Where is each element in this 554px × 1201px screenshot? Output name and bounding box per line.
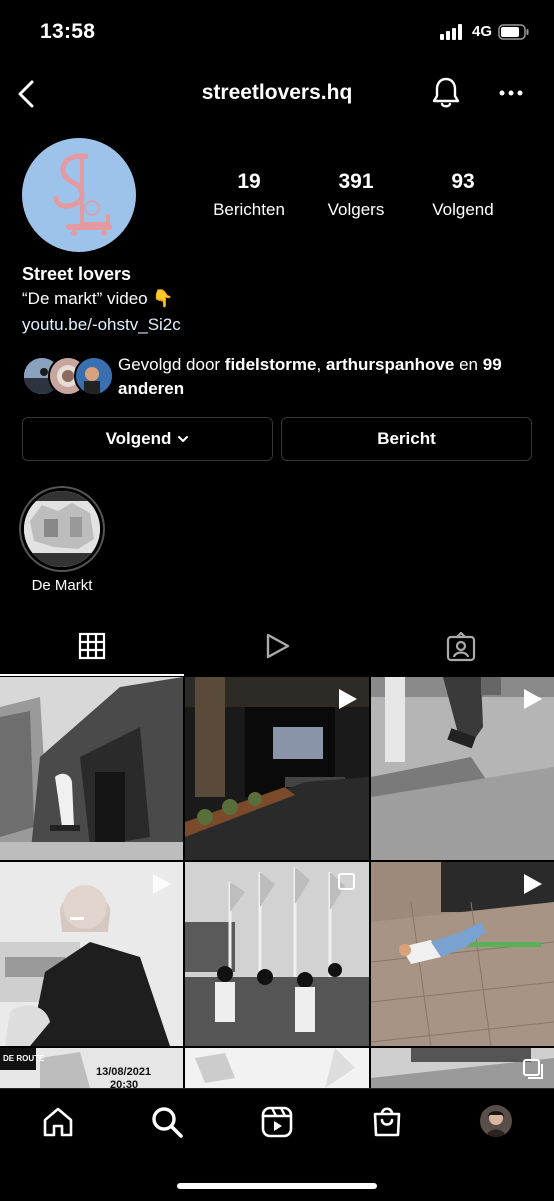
- bell-icon: [430, 76, 462, 110]
- status-indicators: 4G: [439, 23, 530, 40]
- profile-name: Street lovers: [22, 264, 132, 284]
- stat-posts[interactable]: 19 Berichten: [204, 170, 294, 220]
- stat-followers[interactable]: 391 Volgers: [316, 170, 396, 220]
- highlight-label: De Markt: [31, 577, 93, 594]
- tagged-person-icon: [446, 632, 476, 662]
- post-thumbnail[interactable]: [0, 862, 183, 1046]
- video-play-icon: [520, 687, 544, 711]
- post-thumbnail[interactable]: [185, 677, 369, 860]
- post-thumbnail[interactable]: [371, 1048, 554, 1088]
- followed-by-user[interactable]: fidelstorme: [225, 355, 317, 374]
- followed-by-prefix: Gevolgd door: [118, 355, 225, 374]
- story-highlight[interactable]: [19, 486, 105, 572]
- reels-icon: [260, 1105, 294, 1139]
- nav-profile[interactable]: [480, 1105, 512, 1137]
- post-thumbnail[interactable]: [371, 862, 554, 1046]
- street-lovers-logo-icon: [22, 138, 136, 252]
- post-thumbnail[interactable]: [185, 1048, 369, 1088]
- stat-following-value: 93: [451, 170, 475, 193]
- status-time: 13:58: [40, 20, 96, 43]
- post-thumbnail[interactable]: [185, 862, 369, 1046]
- video-play-icon: [149, 872, 173, 896]
- carousel-icon: [337, 872, 359, 894]
- notifications-button[interactable]: [430, 76, 462, 110]
- video-play-icon: [335, 687, 359, 711]
- following-button-label: Volgend: [105, 429, 172, 448]
- more-options-button[interactable]: [498, 84, 524, 102]
- nav-search[interactable]: [150, 1105, 184, 1139]
- stat-following-label: Volgend: [432, 200, 494, 219]
- followed-by-separator: ,: [316, 355, 326, 374]
- poster-time: 20:30: [110, 1079, 139, 1088]
- following-button[interactable]: Volgend: [22, 417, 273, 461]
- tab-reels[interactable]: [262, 631, 292, 661]
- nav-shop[interactable]: [370, 1104, 404, 1138]
- signal-icon: [439, 23, 466, 40]
- tab-posts-grid[interactable]: [78, 632, 106, 660]
- stat-posts-value: 19: [237, 170, 261, 193]
- stat-followers-value: 391: [338, 170, 374, 193]
- play-outline-icon: [262, 631, 292, 661]
- followed-by-text[interactable]: Gevolgd door fidelstorme, arthurspanhove…: [118, 353, 538, 401]
- home-icon: [41, 1105, 75, 1139]
- shopping-bag-icon: [370, 1104, 404, 1138]
- more-horizontal-icon: [498, 84, 524, 102]
- profile-link[interactable]: youtu.be/-ohstv_Si2c: [22, 315, 181, 335]
- nav-reels[interactable]: [260, 1105, 294, 1139]
- profile-bio: “De markt” video 👇: [22, 289, 174, 308]
- profile-avatar[interactable]: [22, 138, 136, 252]
- post-thumbnail[interactable]: [371, 677, 554, 860]
- video-play-icon: [520, 872, 544, 896]
- home-indicator: [177, 1183, 377, 1189]
- followed-by-user[interactable]: arthurspanhove: [326, 355, 454, 374]
- stat-posts-label: Berichten: [213, 200, 285, 219]
- stat-following[interactable]: 93 Volgend: [422, 170, 504, 220]
- avatar: [74, 356, 114, 396]
- active-tab-indicator: [0, 674, 184, 676]
- profile-avatar-small: [480, 1105, 512, 1137]
- followed-by-conjunction: en: [454, 355, 483, 374]
- grid-icon: [78, 632, 106, 660]
- search-icon: [150, 1105, 184, 1139]
- stat-followers-label: Volgers: [327, 200, 385, 219]
- battery-icon: [498, 23, 530, 40]
- poster-title: DE ROUTE: [3, 1054, 45, 1063]
- mutual-followers-avatars[interactable]: [22, 356, 114, 396]
- nav-home[interactable]: [41, 1105, 75, 1139]
- poster-date: 13/08/2021: [96, 1066, 152, 1078]
- network-type: 4G: [471, 23, 492, 40]
- highlight-cover: [24, 491, 100, 567]
- message-button[interactable]: Bericht: [281, 417, 532, 461]
- page-title: streetlovers.hq: [201, 81, 353, 104]
- post-thumbnail[interactable]: DE ROUTE 13/08/2021 20:30: [0, 1048, 183, 1088]
- chevron-down-icon: [177, 434, 189, 444]
- post-thumbnail[interactable]: [0, 677, 183, 860]
- message-button-label: Bericht: [377, 429, 436, 448]
- carousel-icon: [522, 1058, 544, 1080]
- tab-tagged[interactable]: [446, 632, 476, 662]
